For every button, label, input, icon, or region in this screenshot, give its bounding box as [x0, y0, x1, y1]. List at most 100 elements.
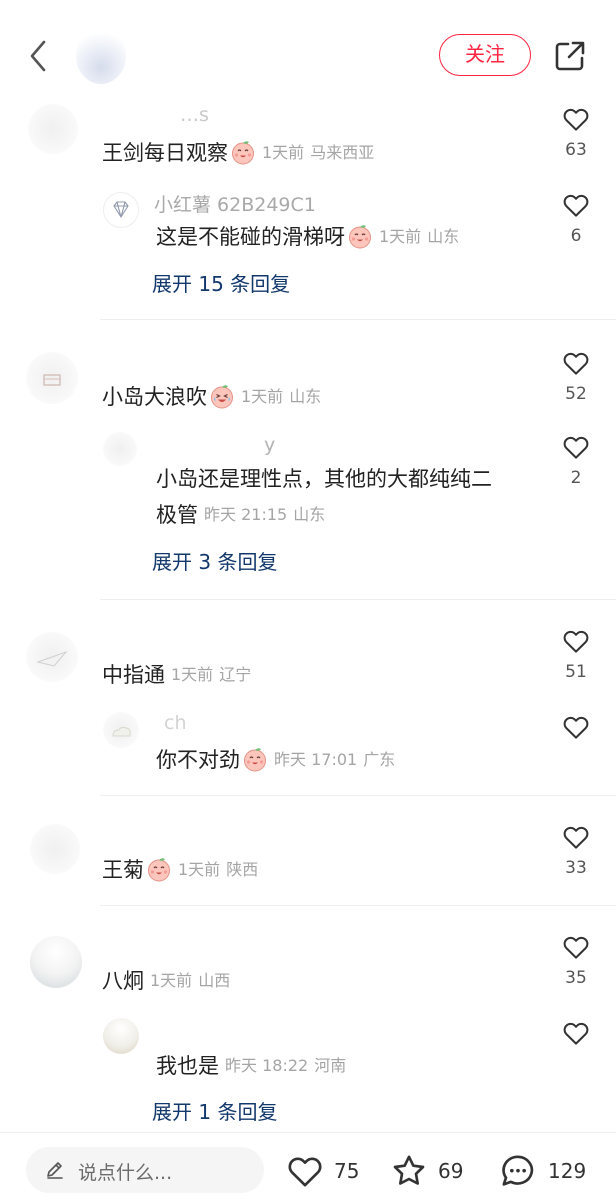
- chat-bubble-icon: [502, 1155, 534, 1186]
- paper-plane-icon: [36, 650, 68, 667]
- avatar[interactable]: [26, 352, 78, 404]
- post-favorite-count: 69: [438, 1159, 464, 1183]
- comment-location: 辽宁: [219, 665, 252, 684]
- comment-location: 山东: [289, 387, 322, 406]
- comment-item: …s 王剑每日观察 1天前 马来西亚 63 小红薯 62B249C1 这是不能碰的滑…: [0, 104, 616, 320]
- reply-avatar[interactable]: [103, 432, 137, 466]
- comment-time: 1天前: [178, 860, 221, 879]
- comment-item: 中指通 1天前 辽宁 51 ch 你不对劲 昨天 17:01 广东: [0, 600, 616, 796]
- comment-post-button[interactable]: 129: [496, 1151, 586, 1191]
- comment-input[interactable]: 说点什么...: [26, 1147, 264, 1193]
- reply-time: 昨天 17:01: [274, 750, 358, 769]
- comment-text[interactable]: 王菊 1天前 陕西: [102, 855, 258, 885]
- reply-avatar[interactable]: [103, 192, 139, 228]
- cake-icon: [43, 374, 61, 386]
- header-bar: 关注: [0, 0, 616, 104]
- comment-location: 山西: [198, 971, 231, 990]
- pencil-icon: [47, 1162, 63, 1179]
- favorite-post-button[interactable]: 69: [388, 1151, 463, 1191]
- back-button[interactable]: [22, 36, 54, 76]
- reply-like-button[interactable]: [554, 712, 598, 742]
- post-comment-count: 129: [548, 1159, 587, 1183]
- reply-avatar[interactable]: [103, 1018, 139, 1054]
- comment-item: 王菊 1天前 陕西 33: [0, 796, 616, 906]
- bottom-action-bar: 说点什么... 75 69 129: [0, 1132, 616, 1200]
- reply-location: 河南: [314, 1056, 347, 1075]
- reply-avatar[interactable]: [103, 712, 139, 748]
- happy-peach-emoji-icon: [146, 856, 172, 882]
- comment-body: 中指通: [102, 663, 165, 687]
- crying-laugh-emoji-icon: [209, 383, 235, 409]
- reply-text[interactable]: 你不对劲 昨天 17:01 广东: [156, 745, 395, 775]
- reply-location: 山东: [427, 227, 460, 246]
- comment-body: 小岛大浪吹: [102, 385, 207, 409]
- chevron-left-icon: [30, 40, 46, 72]
- comment-like-button[interactable]: 51: [554, 626, 598, 682]
- like-count: 2: [570, 468, 582, 488]
- reply-text-line1[interactable]: 小岛还是理性点，其他的大都纯纯二: [156, 464, 492, 494]
- heart-icon: [284, 1151, 326, 1191]
- reply-username[interactable]: 小红薯 62B249C1: [154, 190, 316, 217]
- reply-body: 极管: [156, 503, 198, 527]
- comment-input-placeholder: 说点什么...: [78, 1162, 173, 1184]
- expand-replies-link[interactable]: 展开 1 条回复: [152, 1096, 277, 1125]
- reply-username[interactable]: ch: [164, 712, 187, 734]
- avatar[interactable]: [30, 824, 80, 874]
- heart-icon: [561, 190, 591, 220]
- comment-body: 王剑每日观察: [102, 141, 228, 165]
- comment-like-button[interactable]: 52: [554, 348, 598, 404]
- author-avatar[interactable]: [76, 28, 126, 84]
- reply-location: 广东: [363, 750, 396, 769]
- follow-button[interactable]: 关注: [439, 34, 531, 76]
- comment-username[interactable]: …s: [180, 104, 209, 126]
- happy-peach-emoji-icon: [242, 746, 268, 772]
- comment-location: 马来西亚: [310, 143, 375, 162]
- comment-like-button[interactable]: 63: [554, 104, 598, 160]
- expand-replies-link[interactable]: 展开 15 条回复: [152, 268, 290, 297]
- heart-icon: [561, 1018, 591, 1048]
- reply-like-button[interactable]: 2: [554, 432, 598, 488]
- reply-like-button[interactable]: [554, 1018, 598, 1048]
- post-like-count: 75: [334, 1159, 360, 1183]
- happy-peach-emoji-icon: [230, 139, 256, 165]
- avatar[interactable]: [28, 104, 78, 154]
- heart-icon: [561, 712, 591, 742]
- heart-icon: [561, 348, 591, 378]
- avatar[interactable]: [26, 632, 78, 682]
- reply-username[interactable]: y: [264, 434, 275, 456]
- comment-text[interactable]: 小岛大浪吹 1天前 山东: [102, 382, 321, 412]
- reply-location: 山东: [293, 505, 326, 524]
- comment-like-button[interactable]: 35: [554, 932, 598, 988]
- avatar[interactable]: [30, 936, 82, 988]
- comment-like-button[interactable]: 33: [554, 822, 598, 878]
- like-count: 6: [570, 226, 582, 246]
- comment-time: 1天前: [241, 387, 284, 406]
- reply-time: 昨天 18:22: [225, 1056, 309, 1075]
- share-button[interactable]: [552, 38, 588, 74]
- like-post-button[interactable]: 75: [284, 1151, 359, 1191]
- share-icon: [555, 41, 585, 71]
- comment-body: 八炯: [102, 969, 144, 993]
- comment-time: 1天前: [171, 665, 214, 684]
- comment-time: 1天前: [262, 143, 305, 162]
- comment-text[interactable]: 八炯 1天前 山西: [102, 966, 230, 996]
- comment-text[interactable]: 王剑每日观察 1天前 马来西亚: [102, 138, 374, 168]
- heart-icon: [561, 432, 591, 462]
- expand-replies-link[interactable]: 展开 3 条回复: [152, 546, 277, 575]
- reply-text-line2[interactable]: 极管 昨天 21:15 山东: [156, 500, 325, 530]
- comment-location: 陕西: [226, 860, 259, 879]
- diamond-icon: [113, 201, 129, 218]
- reply-text[interactable]: 我也是 昨天 18:22 河南: [156, 1051, 346, 1081]
- comment-time: 1天前: [150, 971, 193, 990]
- reply-time: 昨天 21:15: [204, 505, 288, 524]
- comment-text[interactable]: 中指通 1天前 辽宁: [102, 660, 251, 690]
- reply-like-button[interactable]: 6: [554, 190, 598, 246]
- reply-body: 我也是: [156, 1054, 219, 1078]
- reply-time: 1天前: [379, 227, 422, 246]
- like-count: 51: [565, 662, 587, 682]
- reply-text[interactable]: 这是不能碰的滑梯呀 1天前 山东: [156, 222, 459, 252]
- heart-icon: [561, 104, 591, 134]
- happy-peach-emoji-icon: [347, 223, 373, 249]
- like-count: 33: [565, 858, 587, 878]
- like-count: 63: [565, 140, 587, 160]
